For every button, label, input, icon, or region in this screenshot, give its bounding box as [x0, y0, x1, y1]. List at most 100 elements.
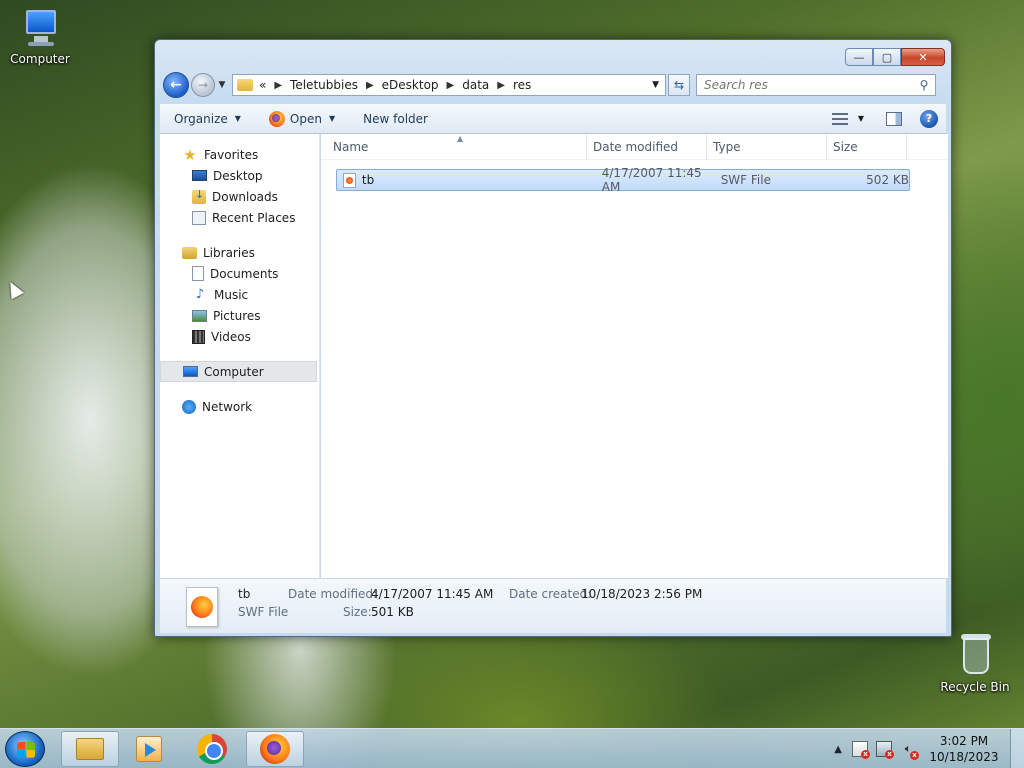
sidebar-item-computer[interactable]: Computer — [160, 361, 317, 382]
search-box[interactable]: ⚲ — [696, 74, 936, 96]
column-header-size[interactable]: Size — [827, 133, 907, 160]
sidebar-item-label: Network — [202, 399, 253, 414]
libraries-icon — [182, 246, 197, 259]
open-button[interactable]: Open ▼ — [255, 107, 349, 131]
column-headers: ▲ Name Date modified Type Size — [321, 133, 948, 160]
recent-places-icon — [192, 210, 206, 225]
details-pane: tb SWF File Date modified: 4/17/2007 11:… — [160, 578, 946, 633]
address-dropdown-icon[interactable]: ▼ — [652, 80, 659, 90]
dropdown-caret-icon[interactable]: ▼ — [329, 114, 335, 123]
volume-muted-icon[interactable]: 🔈︎ x — [900, 741, 919, 760]
network-status-icon[interactable]: x — [876, 741, 894, 759]
help-icon[interactable]: ? — [920, 109, 938, 128]
desktop-recycle-bin-label: Recycle Bin — [940, 680, 1010, 694]
sidebar-item-network[interactable]: Network — [160, 396, 319, 417]
documents-icon — [192, 266, 204, 281]
clock[interactable]: 3:02 PM 10/18/2023 — [924, 733, 1004, 765]
forward-button[interactable]: → — [191, 73, 215, 97]
file-list-pane: ▲ Name Date modified Type Size tb 4/17/2… — [321, 133, 948, 578]
search-input[interactable] — [704, 78, 913, 92]
sidebar-item-recent-places[interactable]: Recent Places — [160, 207, 319, 228]
sort-ascending-icon: ▲ — [457, 134, 464, 143]
details-file-name: tb — [238, 587, 251, 601]
sidebar-item-documents[interactable]: Documents — [160, 263, 319, 284]
sidebar-item-desktop[interactable]: Desktop — [160, 165, 319, 186]
network-group: Network — [160, 396, 319, 417]
sidebar-item-music[interactable]: ♪ Music — [160, 284, 319, 305]
breadcrumb-edesktop[interactable]: eDesktop — [382, 78, 439, 92]
film-strip-icon — [192, 329, 205, 344]
sidebar-item-label: Documents — [210, 266, 279, 281]
details-size-label: Size: — [343, 605, 372, 619]
search-icon[interactable]: ⚲ — [913, 78, 935, 92]
recent-pages-dropdown[interactable]: ▼ — [216, 80, 228, 90]
network-icon — [182, 399, 196, 414]
sidebar-item-label: Favorites — [204, 147, 259, 162]
column-header-type[interactable]: Type — [707, 133, 827, 160]
taskbar: ▲ x x 🔈︎ x 3:02 PM 10/18/2023 — [0, 728, 1024, 768]
action-center-flag-icon[interactable]: x — [852, 741, 870, 759]
forward-arrow-icon: → — [197, 78, 209, 92]
show-desktop-button[interactable] — [1010, 729, 1024, 768]
command-bar: Organize ▼ Open ▼ New folder ▼ ? — [160, 104, 946, 134]
sidebar-item-pictures[interactable]: Pictures — [160, 305, 319, 326]
sidebar-item-label: Computer — [204, 364, 264, 379]
view-dropdown-icon[interactable]: ▼ — [858, 114, 864, 123]
breadcrumb-res[interactable]: res — [513, 78, 531, 92]
show-hidden-icons-button[interactable]: ▲ — [834, 744, 842, 755]
sidebar-item-label: Music — [214, 287, 249, 302]
chevron-right-icon[interactable]: ▶ — [447, 80, 455, 91]
file-date-modified: 4/17/2007 11:45 AM — [601, 166, 702, 194]
address-overflow[interactable]: « — [259, 78, 266, 92]
sidebar-item-label: Desktop — [213, 168, 263, 183]
sidebar-item-videos[interactable]: Videos — [160, 326, 319, 347]
chevron-right-icon[interactable]: ▶ — [497, 80, 505, 91]
preview-pane-icon[interactable] — [886, 111, 902, 126]
taskbar-explorer-button[interactable] — [61, 731, 119, 767]
system-tray: ▲ x x 🔈︎ x 3:02 PM 10/18/2023 — [834, 729, 1024, 768]
computer-icon — [20, 8, 60, 48]
column-header-date-modified[interactable]: Date modified — [587, 133, 707, 160]
breadcrumb-teletubbies[interactable]: Teletubbies — [290, 78, 358, 92]
sidebar-item-favorites[interactable]: ★ Favorites — [160, 144, 319, 165]
explorer-folder-icon — [76, 738, 104, 760]
organize-button[interactable]: Organize ▼ — [160, 107, 255, 131]
file-size: 502 KB — [866, 173, 909, 187]
new-folder-button[interactable]: New folder — [349, 107, 442, 131]
chevron-right-icon[interactable]: ▶ — [366, 80, 374, 91]
details-date-modified-label: Date modified: — [288, 587, 378, 601]
address-bar[interactable]: « ▶ Teletubbies ▶ eDesktop ▶ data ▶ res … — [232, 74, 666, 96]
details-file-type: SWF File — [238, 605, 289, 619]
back-arrow-icon: ← — [170, 77, 182, 93]
taskbar-media-player-button[interactable] — [120, 731, 178, 767]
explorer-window: — ▢ ✕ ← → ▼ « ▶ Teletubbies ▶ eDesktop ▶… — [154, 39, 952, 637]
file-row[interactable]: tb 4/17/2007 11:45 AM SWF File 502 KB — [336, 166, 910, 194]
desktop-recycle-bin-shortcut[interactable]: Recycle Bin — [935, 632, 1015, 694]
favorites-group: ★ Favorites Desktop Downloads Recent Plac… — [160, 144, 319, 228]
organize-label: Organize — [174, 111, 228, 126]
clock-date: 10/18/2023 — [929, 750, 999, 764]
sidebar-item-libraries[interactable]: Libraries — [160, 242, 319, 263]
file-name: tb — [361, 173, 375, 187]
sidebar-item-label: Downloads — [212, 189, 278, 204]
new-folder-label: New folder — [363, 111, 428, 126]
sidebar-item-downloads[interactable]: Downloads — [160, 186, 319, 207]
folder-icon — [237, 79, 253, 91]
desktop-computer-shortcut[interactable]: Computer — [0, 8, 80, 66]
clock-time: 3:02 PM — [939, 734, 989, 748]
refresh-button[interactable]: ⇆ — [668, 74, 690, 96]
taskbar-chrome-button[interactable] — [183, 731, 241, 767]
taskbar-firefox-button[interactable] — [246, 731, 304, 767]
start-button[interactable] — [5, 731, 45, 767]
firefox-icon — [260, 734, 290, 764]
chevron-right-icon[interactable]: ▶ — [274, 80, 282, 91]
file-thumbnail-icon — [186, 587, 218, 627]
firefox-icon — [191, 596, 213, 618]
column-header-name[interactable]: Name — [321, 133, 587, 160]
maximize-button[interactable]: ▢ — [873, 48, 901, 66]
back-button[interactable]: ← — [163, 72, 189, 98]
breadcrumb-data[interactable]: data — [462, 78, 489, 92]
close-button[interactable]: ✕ — [901, 48, 945, 66]
minimize-button[interactable]: — — [845, 48, 873, 66]
change-view-icon[interactable] — [831, 112, 848, 125]
